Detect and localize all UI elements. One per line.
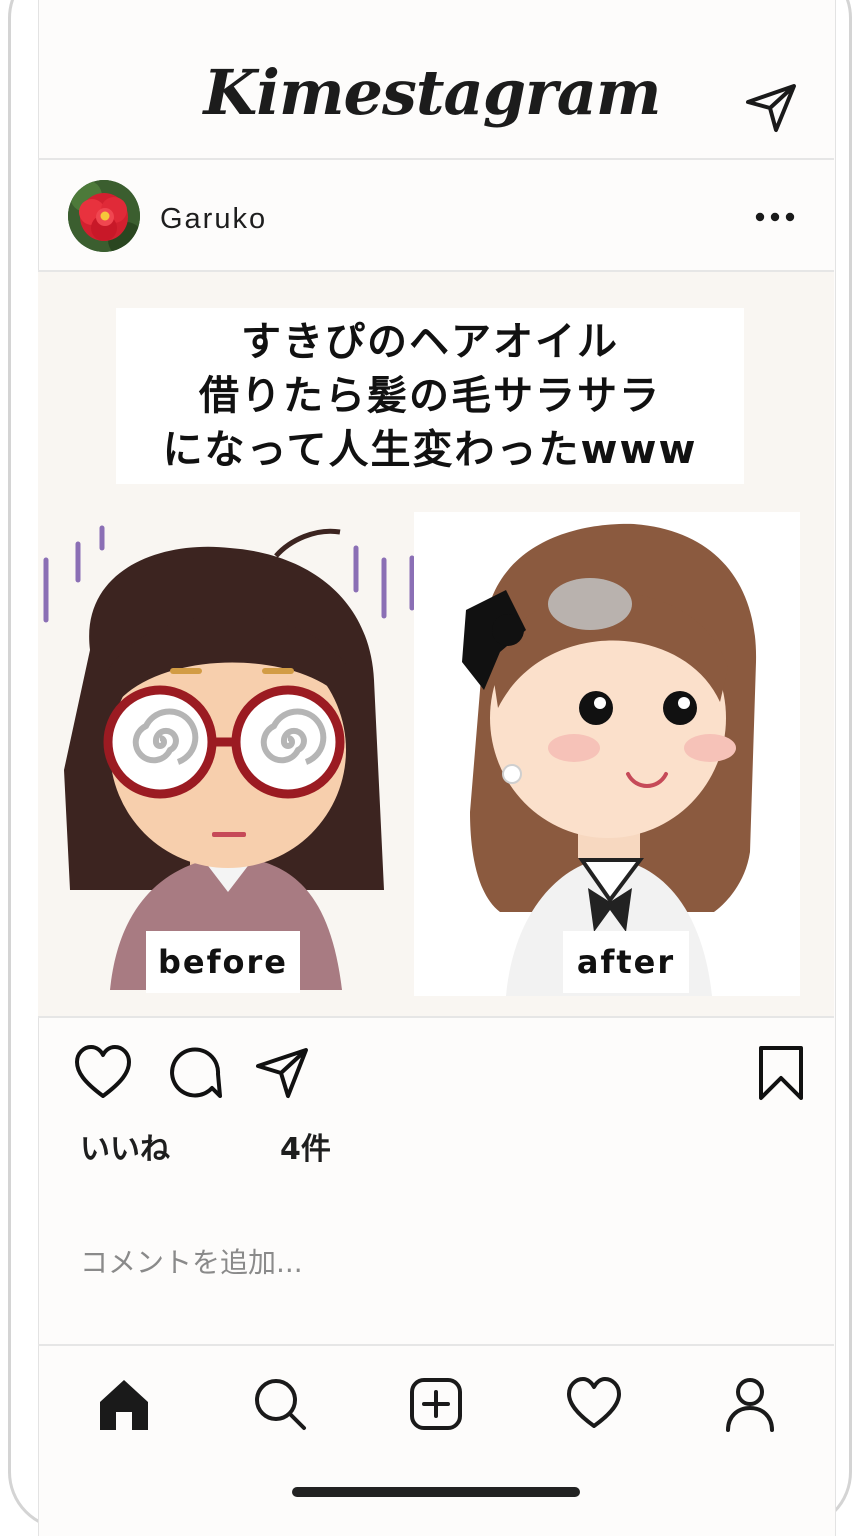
likes-count[interactable]: 4件 [280, 1124, 331, 1168]
home-icon[interactable] [96, 1376, 152, 1432]
before-label: before [146, 931, 300, 993]
profile-icon[interactable] [722, 1376, 778, 1432]
home-indicator[interactable] [292, 1487, 580, 1497]
app-title: Kimestagram [203, 56, 662, 129]
bookmark-icon[interactable] [752, 1044, 810, 1102]
post-caption-overlay: すきぴのヘアオイル 借りたら髪の毛サラサラ になって人生変わったwww [116, 308, 744, 484]
avatar[interactable] [68, 180, 140, 252]
more-icon[interactable] [752, 206, 798, 228]
send-icon[interactable] [744, 80, 800, 136]
comment-input[interactable] [80, 1246, 680, 1279]
caption-line: すきぴのヘアオイル [241, 319, 619, 365]
divider [38, 1344, 834, 1346]
caption-line: になって人生変わったwww [162, 427, 698, 473]
post-username[interactable]: Garuko [160, 203, 267, 236]
after-illustration [414, 512, 800, 996]
comment-icon[interactable] [164, 1044, 222, 1102]
activity-heart-icon[interactable] [566, 1376, 622, 1432]
divider [38, 158, 834, 160]
send-icon[interactable] [254, 1044, 312, 1102]
heart-icon[interactable] [74, 1044, 132, 1102]
likes-label: いいね [80, 1132, 170, 1167]
search-icon[interactable] [252, 1376, 308, 1432]
flower-avatar-image [68, 180, 140, 252]
caption-line: 借りたら髪の毛サラサラ [199, 373, 661, 419]
add-post-icon[interactable] [408, 1376, 464, 1432]
after-label: after [563, 931, 689, 993]
divider [38, 1016, 834, 1018]
